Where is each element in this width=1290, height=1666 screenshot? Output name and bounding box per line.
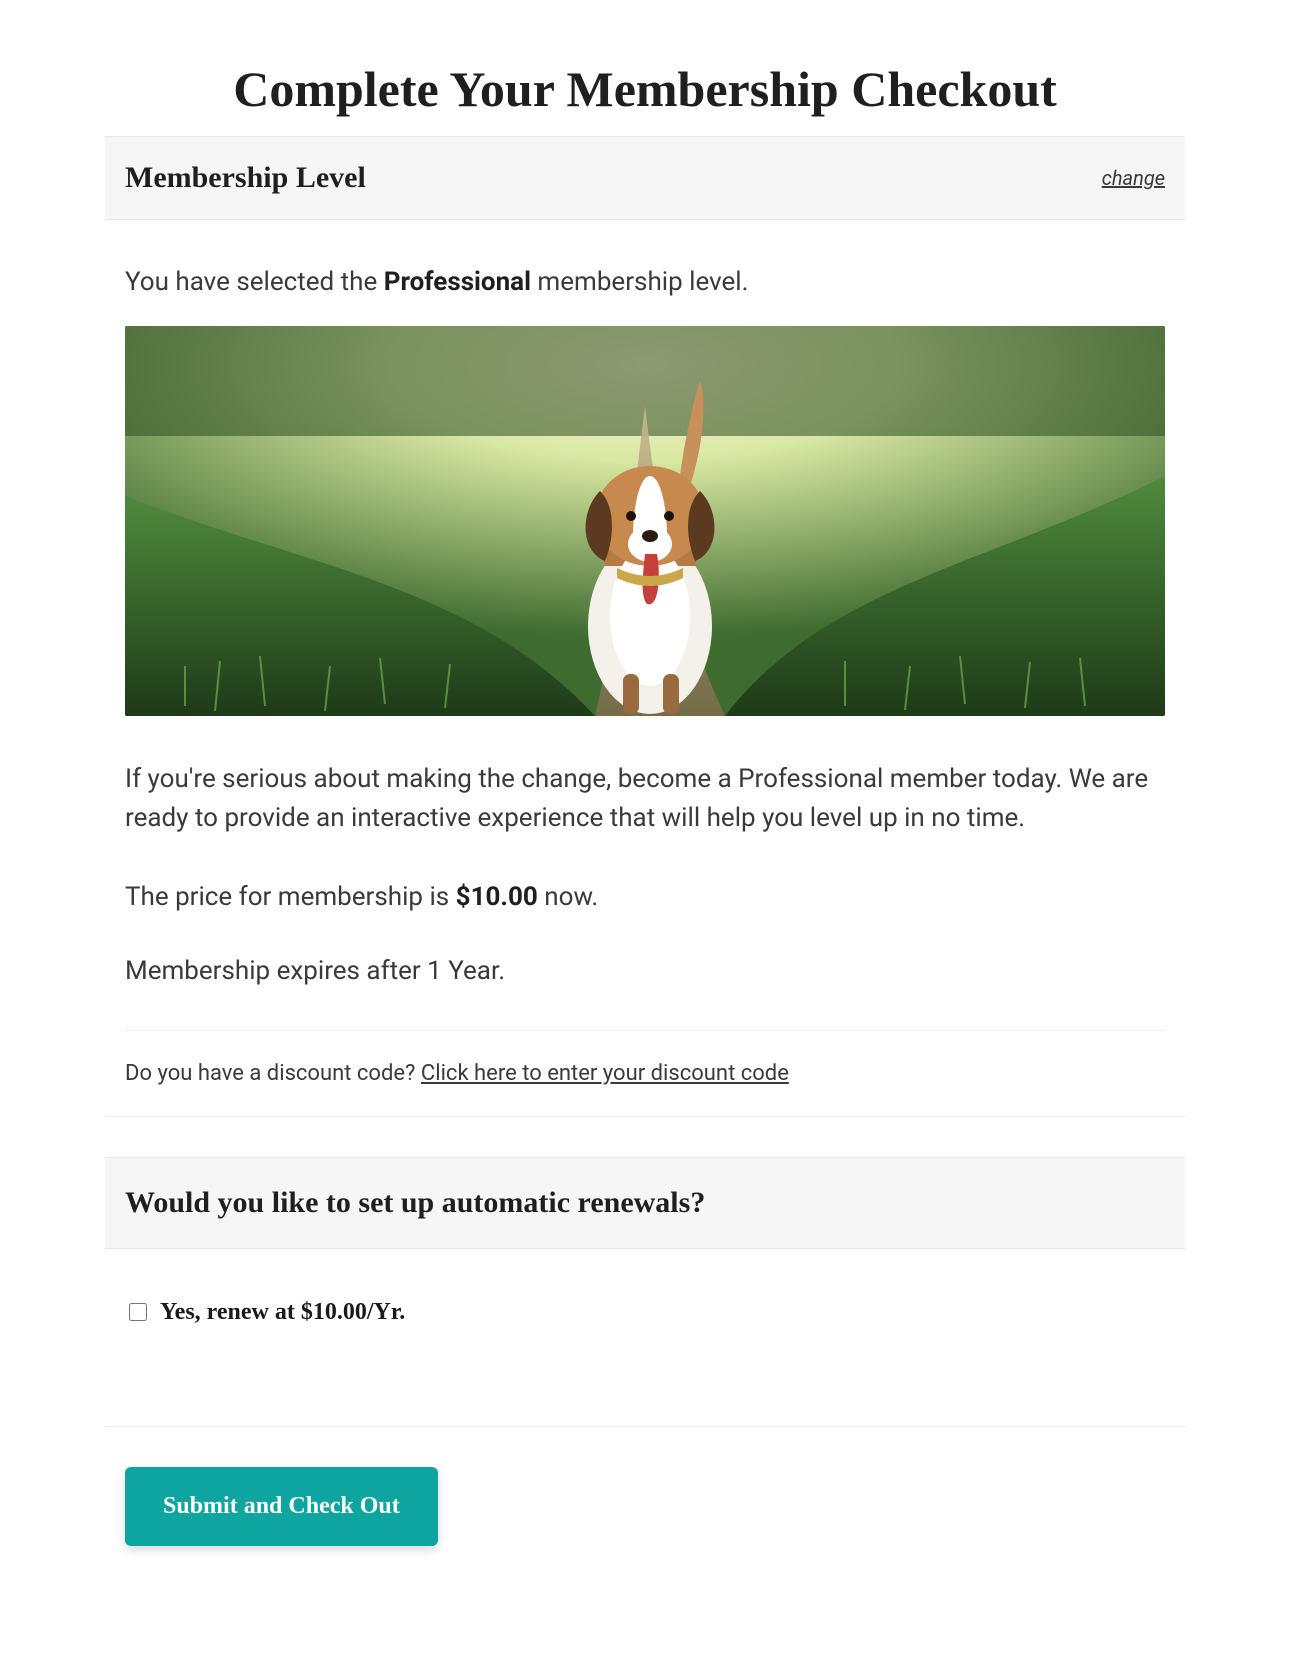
selected-membership-text: You have selected the Professional membe… [125, 264, 1165, 302]
selected-prefix: You have selected the [125, 267, 384, 297]
submit-checkout-button[interactable]: Submit and Check Out [125, 1467, 438, 1546]
discount-row: Do you have a discount code? Click here … [105, 1031, 1185, 1116]
page-title: Complete Your Membership Checkout [105, 60, 1185, 118]
auto-renewal-checkbox[interactable] [129, 1303, 147, 1321]
membership-level-heading: Membership Level [125, 161, 366, 195]
selected-suffix: membership level. [531, 267, 748, 297]
membership-description: If you're serious about making the chang… [125, 760, 1165, 838]
discount-code-link[interactable]: Click here to enter your discount code [421, 1061, 789, 1086]
discount-prompt: Do you have a discount code? [125, 1061, 421, 1086]
auto-renewal-label: Yes, renew at $10.00/Yr. [160, 1299, 405, 1326]
price-prefix: The price for membership is [125, 882, 456, 912]
selected-level-name: Professional [384, 267, 531, 297]
auto-renewal-heading: Would you like to set up automatic renew… [125, 1186, 1165, 1220]
auto-renewal-header: Would you like to set up automatic renew… [105, 1157, 1185, 1249]
change-level-link[interactable]: change [1102, 166, 1165, 190]
price-value: $10.00 [456, 882, 538, 912]
price-suffix: now. [538, 882, 598, 912]
auto-renewal-option[interactable]: Yes, renew at $10.00/Yr. [105, 1249, 1185, 1426]
membership-expires: Membership expires after 1 Year. [125, 956, 1165, 986]
membership-hero-image [125, 326, 1165, 716]
membership-price-line: The price for membership is $10.00 now. [125, 882, 1165, 912]
membership-level-header: Membership Level change [105, 136, 1185, 220]
